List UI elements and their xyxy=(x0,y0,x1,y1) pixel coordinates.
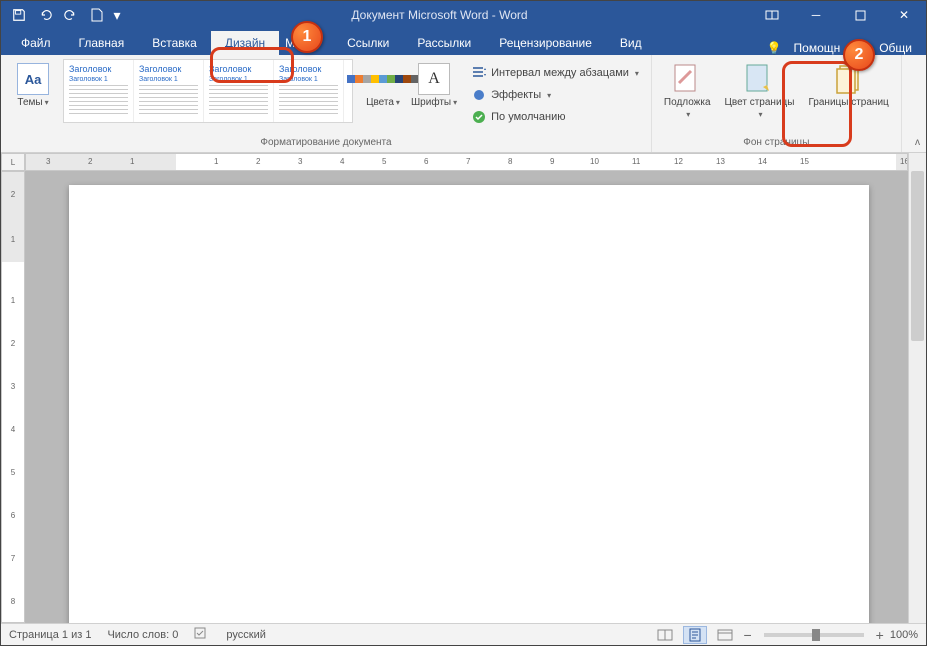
paragraph-spacing-icon xyxy=(471,65,487,81)
tabs-right: 💡 Помощн 👤 Общи xyxy=(753,41,926,55)
style-item[interactable]: ЗаголовокЗаголовок 1 xyxy=(134,60,204,122)
new-doc-icon[interactable] xyxy=(85,4,109,26)
window-controls: ─ ✕ xyxy=(750,1,926,29)
callout-2: 2 xyxy=(843,39,875,71)
ribbon: Aa Темы▾ ЗаголовокЗаголовок 1 ЗаголовокЗ… xyxy=(1,55,926,153)
quick-access-toolbar: ▾ xyxy=(1,4,129,26)
save-icon[interactable] xyxy=(7,4,31,26)
tab-view[interactable]: Вид xyxy=(606,31,656,55)
callout-1: 1 xyxy=(291,21,323,53)
zoom-out-icon[interactable]: − xyxy=(743,627,751,643)
themes-label: Темы xyxy=(17,97,42,108)
watermark-label: Подложка xyxy=(664,97,711,108)
page-borders-label: Границы страниц xyxy=(808,97,888,109)
ruler-corner[interactable]: L xyxy=(1,153,25,171)
page[interactable] xyxy=(69,185,869,623)
tab-mailings[interactable]: Рассылки xyxy=(403,31,485,55)
ruler-vertical[interactable]: 21 12345678 xyxy=(1,171,25,623)
tab-references[interactable]: Ссылки xyxy=(333,31,403,55)
group-doc-format: Aa Темы▾ ЗаголовокЗаголовок 1 ЗаголовокЗ… xyxy=(1,55,652,152)
status-words[interactable]: Число слов: 0 xyxy=(107,629,178,641)
status-bar: Страница 1 из 1 Число слов: 0 русский − … xyxy=(1,623,926,645)
watermark-icon xyxy=(671,63,703,95)
group-label-doc-format: Форматирование документа xyxy=(260,137,391,150)
tab-design[interactable]: Дизайн xyxy=(211,31,279,55)
zoom-level[interactable]: 100% xyxy=(890,629,918,641)
fonts-button[interactable]: A Шрифты▾ xyxy=(407,59,461,113)
fonts-icon: A xyxy=(418,63,450,95)
status-language[interactable]: русский xyxy=(226,629,265,641)
style-item[interactable]: ЗаголовокЗаголовок 1 xyxy=(204,60,274,122)
workspace: L 321 123456789101112131415 1617 21 1234… xyxy=(1,153,926,623)
paragraph-spacing-button[interactable]: Интервал между абзацами▾ xyxy=(467,63,643,83)
ribbon-tabs: Файл Главная Вставка Дизайн Макет Ссылки… xyxy=(1,29,926,55)
lightbulb-icon: 💡 xyxy=(767,41,782,55)
themes-button[interactable]: Aa Темы▾ xyxy=(9,59,57,113)
group-label-page-bg: Фон страницы xyxy=(743,137,809,150)
style-item[interactable]: ЗаголовокЗаголовок 1 xyxy=(64,60,134,122)
page-color-icon xyxy=(743,63,775,95)
view-web-icon[interactable] xyxy=(713,626,737,644)
zoom-slider[interactable] xyxy=(764,633,864,637)
share-label[interactable]: Общи xyxy=(879,41,912,55)
default-button[interactable]: По умолчанию xyxy=(467,107,643,127)
tellme-label[interactable]: Помощн xyxy=(794,41,841,55)
fonts-label: Шрифты xyxy=(411,97,451,108)
close-icon[interactable]: ✕ xyxy=(882,1,926,29)
ruler-horizontal[interactable]: 321 123456789101112131415 1617 xyxy=(25,153,908,171)
themes-icon: Aa xyxy=(17,63,49,95)
collapse-ribbon-icon[interactable]: ʌ xyxy=(915,137,920,148)
scrollbar-thumb[interactable] xyxy=(911,171,924,341)
effects-label: Эффекты xyxy=(491,89,541,101)
watermark-button[interactable]: Подложка▾ xyxy=(660,59,715,125)
ribbon-options-icon[interactable] xyxy=(750,1,794,29)
tab-file[interactable]: Файл xyxy=(7,31,65,55)
tab-review[interactable]: Рецензирование xyxy=(485,31,606,55)
document-area[interactable] xyxy=(25,171,908,623)
spellcheck-icon[interactable] xyxy=(194,626,210,643)
zoom-in-icon[interactable]: + xyxy=(876,627,884,643)
effects-icon xyxy=(471,87,487,103)
undo-icon[interactable] xyxy=(33,4,57,26)
redo-icon[interactable] xyxy=(59,4,83,26)
qat-dropdown-icon[interactable]: ▾ xyxy=(111,4,123,26)
view-read-icon[interactable] xyxy=(653,626,677,644)
maximize-icon[interactable] xyxy=(838,1,882,29)
effects-button[interactable]: Эффекты▾ xyxy=(467,85,643,105)
colors-button[interactable]: Цвета▾ xyxy=(359,59,407,113)
default-label: По умолчанию xyxy=(491,111,565,123)
status-page[interactable]: Страница 1 из 1 xyxy=(9,629,91,641)
colors-label: Цвета xyxy=(366,97,394,108)
page-color-button[interactable]: Цвет страницы▾ xyxy=(721,59,799,125)
colors-icon xyxy=(367,63,399,95)
window-title: Документ Microsoft Word - Word xyxy=(129,8,750,22)
tab-insert[interactable]: Вставка xyxy=(138,31,211,55)
check-icon xyxy=(471,109,487,125)
style-item[interactable]: ЗаголовокЗаголовок 1 xyxy=(274,60,344,122)
page-color-label: Цвет страницы xyxy=(725,97,795,108)
scrollbar-vertical[interactable] xyxy=(908,153,926,623)
paragraph-spacing-label: Интервал между абзацами xyxy=(491,67,629,79)
zoom-handle[interactable] xyxy=(812,629,820,641)
styles-gallery[interactable]: ЗаголовокЗаголовок 1 ЗаголовокЗаголовок … xyxy=(63,59,353,123)
minimize-icon[interactable]: ─ xyxy=(794,1,838,29)
view-print-icon[interactable] xyxy=(683,626,707,644)
title-bar: ▾ Документ Microsoft Word - Word ─ ✕ xyxy=(1,1,926,29)
tab-home[interactable]: Главная xyxy=(65,31,139,55)
